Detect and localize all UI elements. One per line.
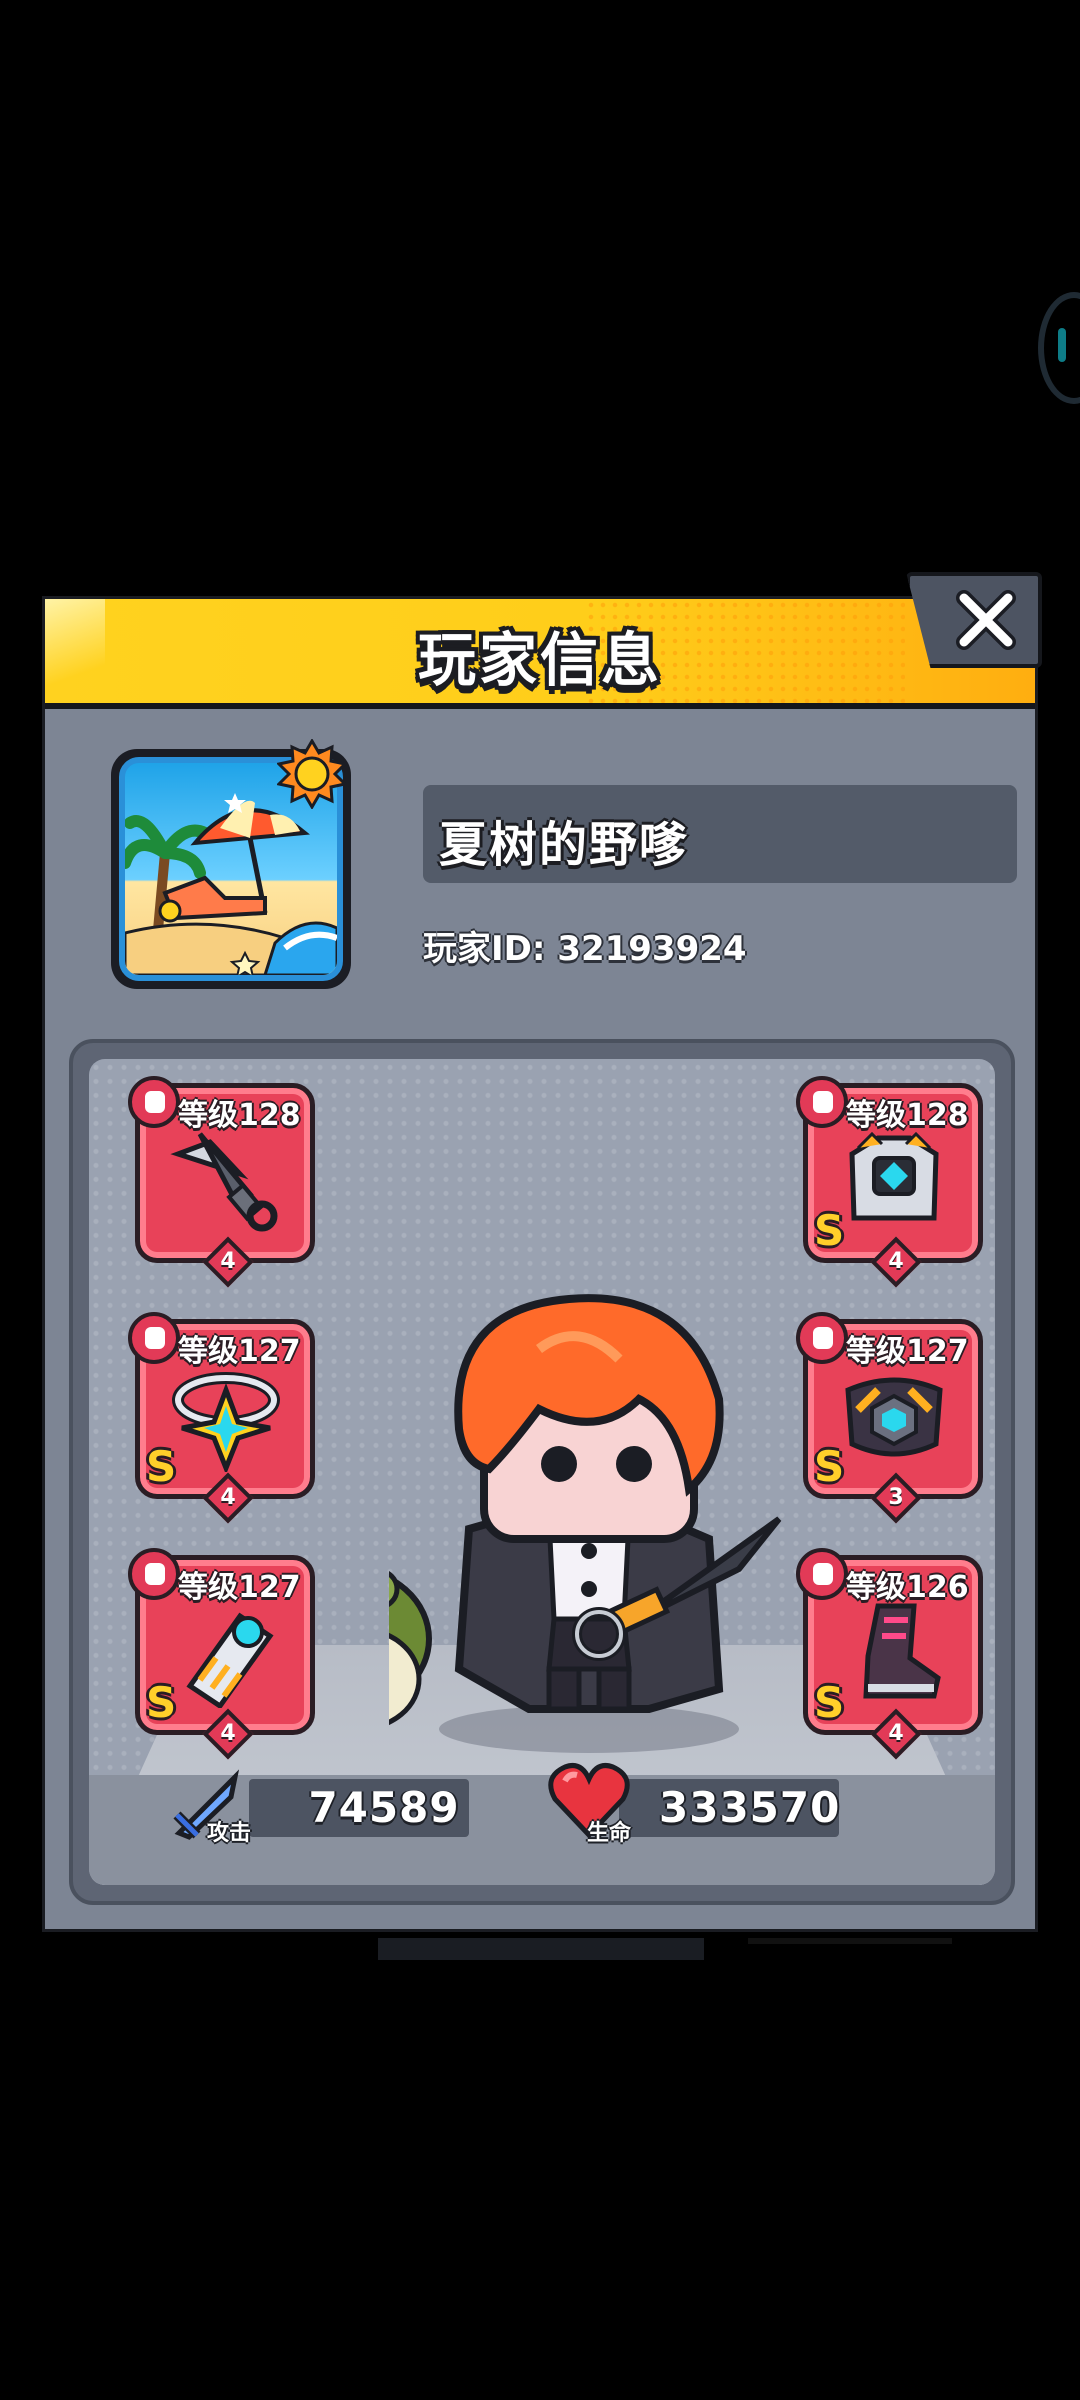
player-info-dialog: 玩家信息 夏树的野嗲 玩家ID: 32193924 等级128 4 等级127 … bbox=[42, 596, 1038, 1932]
equip-slot-necklace[interactable]: 等级127 S 4 bbox=[128, 1312, 315, 1524]
equip-stars: 4 bbox=[888, 1721, 904, 1746]
necklace-type-badge bbox=[128, 1312, 180, 1364]
equip-slot-belt[interactable]: 等级127 S 3 bbox=[796, 1312, 983, 1524]
boots-type-badge bbox=[796, 1548, 848, 1600]
attack-value: 74589 bbox=[308, 1783, 460, 1832]
player-name-box: 夏树的野嗲 bbox=[423, 785, 1017, 883]
armor-icon bbox=[849, 1131, 939, 1221]
gauntlet-icon bbox=[186, 1612, 274, 1708]
equip-stars: 4 bbox=[888, 1249, 904, 1274]
dialog-title: 玩家信息 bbox=[417, 626, 662, 694]
weapon-type-badge bbox=[128, 1076, 180, 1128]
equip-slot-boots[interactable]: 等级126 S 4 bbox=[796, 1548, 983, 1760]
equip-grade: S bbox=[814, 1206, 845, 1255]
attack-label: 攻击 bbox=[207, 1821, 252, 1846]
equip-slot-armor[interactable]: 等级128 S 4 bbox=[796, 1076, 983, 1288]
equip-grade: S bbox=[146, 1678, 177, 1727]
boots-icon bbox=[863, 1603, 941, 1699]
necklace-icon bbox=[172, 1372, 280, 1472]
equip-grade: S bbox=[146, 1442, 177, 1491]
background-hud-ring bbox=[1038, 292, 1080, 404]
equip-slot-gloves[interactable]: 等级127 S 4 bbox=[128, 1548, 315, 1760]
equipment-stage: 等级128 4 等级127 S 4 等级127 S 4 等级128 S 4 等级… bbox=[89, 1059, 995, 1885]
equip-grade: S bbox=[814, 1678, 845, 1727]
attack-stat: 74589 bbox=[249, 1779, 469, 1837]
equip-stars: 3 bbox=[888, 1485, 904, 1510]
hp-label: 生命 bbox=[587, 1821, 632, 1846]
equip-slot-weapon[interactable]: 等级128 4 bbox=[128, 1076, 315, 1288]
player-avatar[interactable] bbox=[111, 738, 351, 989]
dialog-header: 玩家信息 bbox=[45, 599, 1035, 709]
player-name: 夏树的野嗲 bbox=[439, 817, 690, 873]
gloves-type-badge bbox=[128, 1548, 180, 1600]
player-id: 玩家ID: 32193924 bbox=[423, 929, 747, 969]
armor-type-badge bbox=[796, 1076, 848, 1128]
hero-character bbox=[266, 1289, 809, 1773]
sun-icon bbox=[275, 738, 349, 810]
belt-type-badge bbox=[796, 1312, 848, 1364]
frog-pet bbox=[266, 1566, 432, 1732]
kunai-icon bbox=[170, 1132, 278, 1232]
close-icon bbox=[956, 590, 1016, 650]
hp-stat: 333570 bbox=[619, 1779, 839, 1837]
equipment-showcase: 等级128 4 等级127 S 4 等级127 S 4 等级128 S 4 等级… bbox=[69, 1039, 1015, 1905]
scroll-indicator bbox=[378, 1938, 704, 1960]
equip-grade: S bbox=[814, 1442, 845, 1491]
scroll-indicator-secondary bbox=[748, 1938, 952, 1944]
hp-value: 333570 bbox=[659, 1783, 841, 1832]
equip-stars: 4 bbox=[220, 1721, 236, 1746]
equip-stars: 4 bbox=[220, 1485, 236, 1510]
equip-stars: 4 bbox=[220, 1249, 236, 1274]
belt-icon bbox=[845, 1377, 943, 1457]
